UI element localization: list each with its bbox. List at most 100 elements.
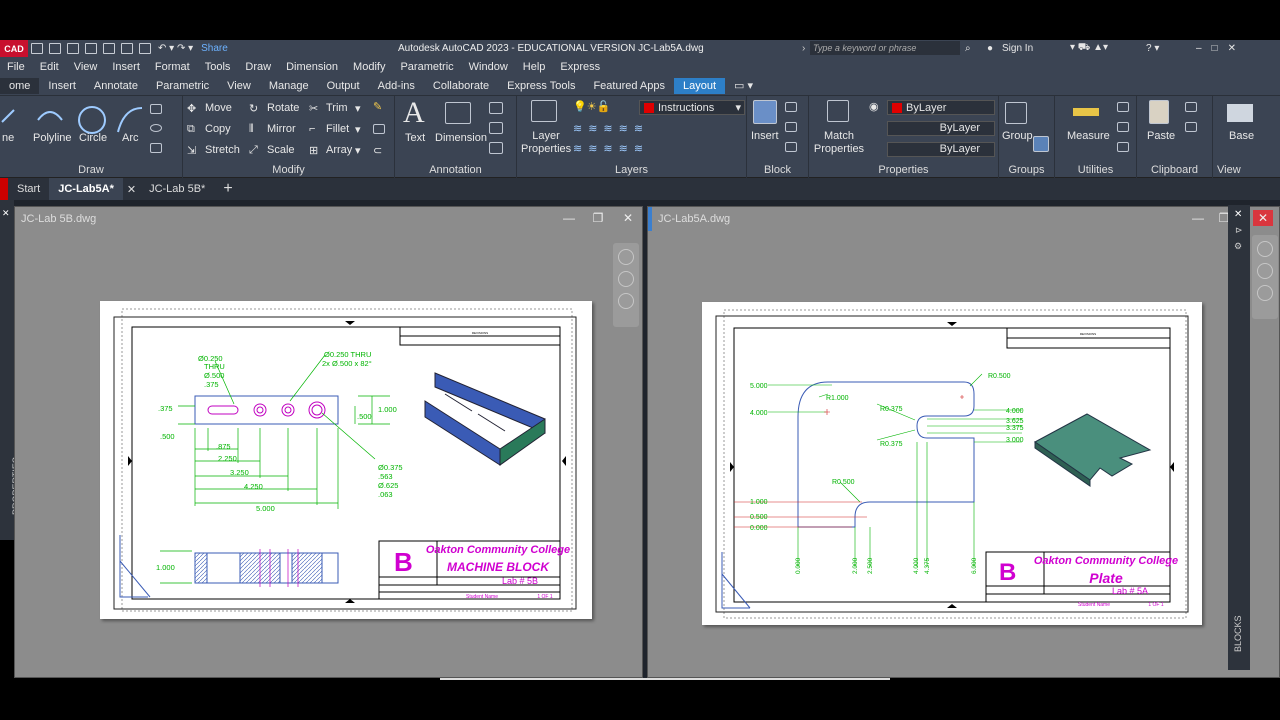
mleader-icon[interactable] [489,122,503,134]
table-icon[interactable] [489,142,503,154]
move-button[interactable]: Move [205,102,232,114]
dropdown-icon[interactable]: ▾ [355,102,361,115]
tab-collaborate[interactable]: Collaborate [424,78,498,94]
autohide-icon[interactable]: ⊳ [1235,225,1243,236]
layer-properties-button[interactable]: Layer Properties [521,130,571,156]
search-icon[interactable]: ⌕ [965,43,971,54]
menu-parametric[interactable]: Parametric [393,61,461,73]
share-button[interactable]: Share [201,43,228,54]
line-label[interactable]: ne [2,132,14,144]
paste-button[interactable]: Paste [1147,130,1175,142]
restore-icon[interactable]: ❐ [588,210,608,226]
base-button[interactable]: Base [1229,130,1254,142]
menu-view[interactable]: View [67,61,106,73]
polyline-button[interactable]: Polyline [33,132,72,144]
tab-layout[interactable]: Layout [674,77,726,94]
scale-button[interactable]: Scale [267,144,295,156]
steering-wheel-icon[interactable] [1257,241,1273,257]
modify-panel-title[interactable]: Modify [183,164,394,176]
dimension-button[interactable]: Dimension [435,132,487,144]
window-controls[interactable]: –□✕ [1196,43,1246,54]
menu-draw[interactable]: Draw [238,61,279,73]
layer-dropdown[interactable]: Instructions ▾ [639,100,745,115]
new-tab-button[interactable]: + [214,180,241,198]
settings-icon[interactable]: ⚙ [1234,241,1242,252]
undo-icon[interactable]: ↶ ▾ ↷ ▾ [158,43,193,54]
rectangle-icon[interactable] [150,104,162,114]
arc-button[interactable]: Arc [122,132,139,144]
viewport-lab5a[interactable]: JC-Lab5A.dwg — ❐ ✕ REVISIONS 5.000 4.000… [647,206,1280,678]
layout-sheet-lab5b[interactable]: REVISIONS Ø0.250 THRU Ø.500.375 Ø0.250 T… [100,301,592,619]
attribute-icon[interactable] [785,142,797,152]
ellipse-icon[interactable] [150,124,162,132]
open-icon[interactable] [49,43,61,54]
tab-home[interactable]: ome [0,77,40,94]
zoom-icon[interactable] [1257,285,1273,301]
close-icon[interactable]: ✕ [1234,209,1242,220]
calculator-icon[interactable] [1117,142,1129,152]
draw-panel-title[interactable]: Draw [0,164,182,176]
properties-palette[interactable]: ✕ PROPERTIES [0,200,21,540]
layer-tool-icons[interactable]: ≋≋≋≋≋ [573,122,649,135]
autocad-logo[interactable]: CAD [0,40,28,57]
tab-start[interactable]: Start [8,183,49,195]
new-icon[interactable] [31,43,43,54]
measure-button[interactable]: Measure [1067,130,1110,142]
explode-icon[interactable] [373,124,385,134]
tab-jc-lab5b[interactable]: JC-Lab 5B* [140,183,214,195]
menu-file[interactable]: File [0,61,33,73]
dropdown-icon[interactable]: ▾ [355,144,361,157]
minimize-icon[interactable]: — [1188,210,1208,226]
copy-button[interactable]: Copy [205,123,231,135]
tab-insert[interactable]: Insert [39,78,85,94]
circle-button[interactable]: Circle [79,132,107,144]
navigation-bar-right[interactable] [1252,235,1278,319]
steering-wheel-icon[interactable] [618,249,634,265]
layers-panel-title[interactable]: Layers [517,164,746,176]
select-all-icon[interactable] [1117,122,1129,132]
minimize-icon[interactable]: — [559,210,579,226]
groups-panel-title[interactable]: Groups [999,164,1054,176]
copy-clip-icon[interactable] [1185,122,1197,132]
save-icon[interactable] [67,43,79,54]
view-panel-title[interactable]: View [1213,164,1280,176]
block-panel-title[interactable]: Block [747,164,808,176]
tab-view[interactable]: View [218,78,260,94]
mirror-button[interactable]: Mirror [267,123,296,135]
close-icon[interactable]: ✕ [1253,210,1273,226]
layout-sheet-lab5a[interactable]: REVISIONS 5.000 4.000 R1.000 R0.500 R0.375 R… [702,302,1202,625]
rotate-button[interactable]: Rotate [267,102,299,114]
clipboard-panel-title[interactable]: Clipboard [1137,164,1212,176]
close-tab-icon[interactable]: ✕ [123,183,140,196]
tab-manage[interactable]: Manage [260,78,318,94]
dropdown-icon[interactable]: ▾ ⛟ ▲▾ [1070,42,1108,55]
create-block-icon[interactable] [785,102,797,112]
pan-icon[interactable] [618,271,634,287]
menu-dimension[interactable]: Dimension [279,61,346,73]
tab-express-tools[interactable]: Express Tools [498,78,584,94]
edit-block-icon[interactable] [785,122,797,132]
annotation-panel-title[interactable]: Annotation [395,164,516,176]
tab-annotate[interactable]: Annotate [85,78,147,94]
menu-window[interactable]: Window [462,61,516,73]
menu-format[interactable]: Format [148,61,198,73]
navigation-bar[interactable] [613,243,639,327]
print-icon[interactable] [139,43,151,54]
group-select-icon[interactable] [1033,136,1049,152]
tab-output[interactable]: Output [318,78,369,94]
match-properties-button[interactable]: Match Properties [813,130,865,156]
insert-button[interactable]: Insert [751,130,779,142]
close-icon[interactable]: ✕ [618,210,638,226]
cut-icon[interactable] [1185,102,1197,112]
lineweight-dropdown[interactable]: ByLayer [887,142,995,157]
tab-jc-lab5a[interactable]: JC-Lab5A* [49,178,123,200]
help-icon[interactable]: ? ▾ [1146,43,1159,54]
tab-featured-apps[interactable]: Featured Apps [584,78,674,94]
properties-panel-title[interactable]: Properties [809,164,998,176]
stretch-button[interactable]: Stretch [205,144,240,156]
leader-icon[interactable] [489,102,503,114]
dropdown-icon[interactable]: ▾ [355,123,361,136]
trim-button[interactable]: Trim [326,102,348,114]
pan-icon[interactable] [1257,263,1273,279]
hatch-icon[interactable] [150,143,162,153]
